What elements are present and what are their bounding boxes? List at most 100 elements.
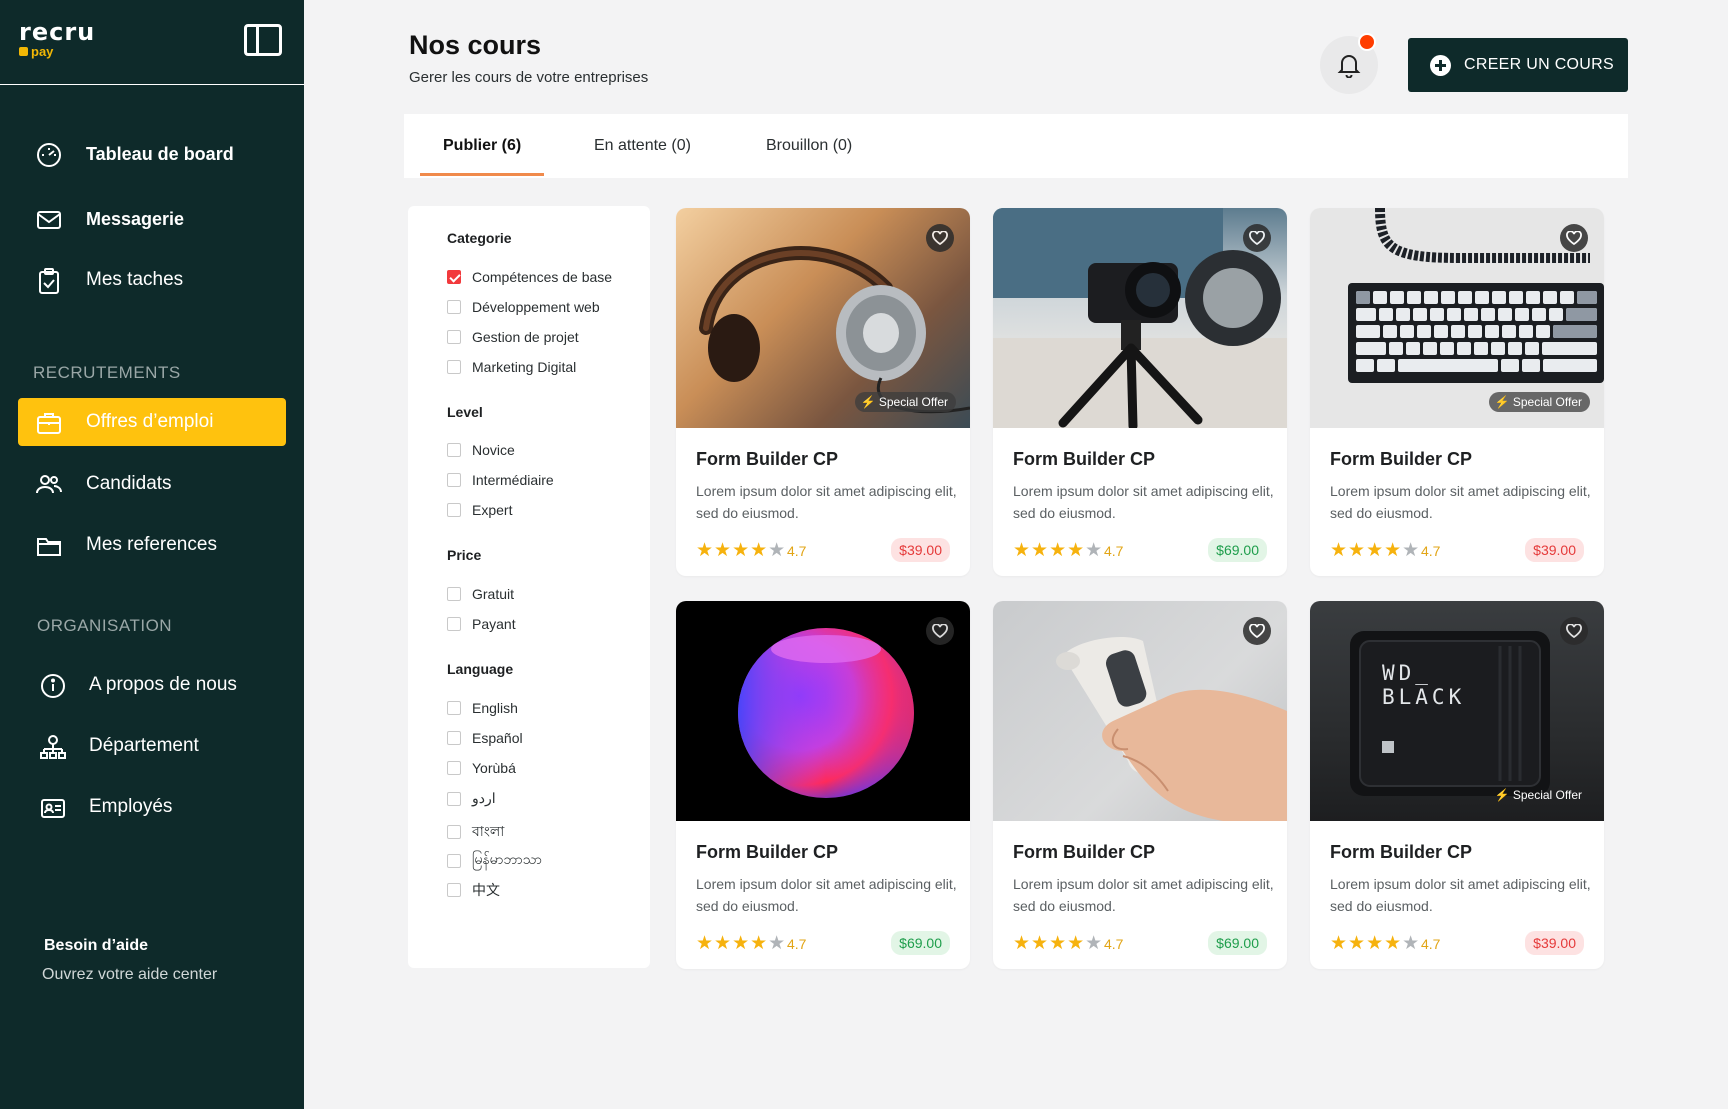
checkbox[interactable] (447, 791, 461, 806)
checkbox[interactable] (447, 701, 461, 715)
drive-brand-text: WD_ BLACK (1382, 661, 1466, 709)
filter-option[interactable]: English (447, 700, 518, 716)
sidebar-item-taches[interactable]: Mes taches (18, 256, 286, 304)
filter-option[interactable]: Novice (447, 442, 515, 458)
course-card[interactable]: ⚡ Special Offer Form Builder CP Lorem ips… (1310, 208, 1604, 576)
rating-value: 4.7 (1104, 543, 1124, 559)
course-description: Lorem ipsum dolor sit amet adipiscing el… (696, 483, 957, 521)
favorite-button[interactable] (1243, 617, 1271, 645)
sidebar-item-label: Mes taches (86, 269, 184, 290)
course-card[interactable]: ⚡ Special Offer Form Builder CP Lorem ips… (676, 208, 970, 576)
heart-icon (1249, 624, 1265, 638)
create-course-button[interactable]: CREER UN COURS (1408, 38, 1628, 92)
star-rating: ★★★★★ (1330, 933, 1421, 954)
filter-option[interactable]: Marketing Digital (447, 359, 576, 375)
tab-publier[interactable]: Publier (6) (443, 137, 521, 155)
heart-icon (932, 231, 948, 245)
filter-option[interactable]: Développement web (447, 299, 600, 315)
filter-option[interactable]: اردو (447, 790, 496, 807)
heart-icon (932, 624, 948, 638)
org-chart-icon (40, 735, 66, 759)
sidebar-item-messagerie[interactable]: Messagerie (18, 195, 286, 243)
price-badge: $69.00 (1208, 538, 1267, 562)
sidebar-item-dashboard[interactable]: Tableau de board (18, 130, 286, 178)
checkbox[interactable] (447, 503, 461, 517)
favorite-button[interactable] (1243, 224, 1271, 252)
filter-option[interactable]: Gestion de projet (447, 329, 579, 345)
star-rating: ★★★★★ (696, 933, 787, 954)
course-card[interactable]: Form Builder CP Lorem ipsum dolor sit am… (676, 601, 970, 969)
logo[interactable]: recru pay (19, 20, 95, 58)
briefcase-icon (37, 413, 61, 434)
tab-en-attente[interactable]: En attente (0) (594, 137, 691, 155)
sidebar-item-label: Employés (89, 796, 173, 817)
special-offer-badge: ⚡ Special Offer (1494, 788, 1582, 802)
checkbox[interactable] (447, 883, 461, 897)
sidebar-item-apropos[interactable]: A propos de nous (18, 661, 286, 709)
filter-option[interactable]: 中文 (447, 880, 500, 900)
course-title: Form Builder CP (1013, 449, 1156, 469)
help-link[interactable]: Ouvrez votre aide center (42, 966, 217, 984)
filter-option[interactable]: Yorùbá (447, 760, 516, 776)
clipboard-check-icon (39, 268, 59, 294)
checkbox[interactable] (447, 473, 461, 487)
checkbox[interactable] (447, 330, 461, 344)
checkbox[interactable] (447, 617, 461, 631)
sidebar-item-employes[interactable]: Employés (18, 783, 286, 831)
lightning-icon: ⚡ (1494, 395, 1510, 409)
sidebar-toggle-icon[interactable] (244, 24, 282, 56)
favorite-button[interactable] (1560, 224, 1588, 252)
sidebar-item-departement[interactable]: Département (18, 722, 286, 770)
checkbox[interactable] (447, 731, 461, 745)
favorite-button[interactable] (926, 224, 954, 252)
course-card[interactable]: Form Builder CP Lorem ipsum dolor sit am… (993, 601, 1287, 969)
filter-option[interactable]: Intermédiaire (447, 472, 554, 488)
tabs-bar: Publier (6) En attente (0) Brouillon (0) (404, 114, 1628, 178)
filter-option[interactable]: Español (447, 730, 523, 746)
course-card[interactable]: Form Builder CP Lorem ipsum dolor sit am… (993, 208, 1287, 576)
price-badge: $39.00 (1525, 931, 1584, 955)
dashboard-gauge-icon (37, 143, 61, 167)
lightning-icon: ⚡ (860, 395, 876, 409)
checkbox[interactable] (447, 761, 461, 775)
favorite-button[interactable] (926, 617, 954, 645)
checkbox[interactable] (447, 270, 461, 284)
checkbox[interactable] (447, 443, 461, 457)
folder-icon (37, 538, 61, 556)
notification-badge (1358, 33, 1376, 51)
filter-option[interactable]: Gratuit (447, 586, 514, 602)
heart-icon (1566, 624, 1582, 638)
checkbox[interactable] (447, 825, 461, 839)
id-card-icon (41, 799, 65, 818)
course-card[interactable]: WD_ BLACK ⚡ Special Offer Form Builder CP… (1310, 601, 1604, 969)
sidebar-item-label: Candidats (86, 473, 172, 494)
sidebar-item-offres[interactable]: Offres d’emploi (18, 398, 286, 446)
bell-icon (1337, 55, 1361, 78)
brand-bar: recru pay (0, 0, 304, 85)
filter-option[interactable]: বাংলা (447, 820, 504, 844)
sidebar-item-references[interactable]: Mes references (18, 521, 286, 569)
heart-icon (1249, 231, 1265, 245)
checkbox[interactable] (447, 587, 461, 601)
special-offer-badge: ⚡ Special Offer (854, 392, 956, 412)
filter-option[interactable]: Payant (447, 616, 516, 632)
checkbox[interactable] (447, 853, 461, 868)
star-rating: ★★★★★ (1330, 540, 1421, 561)
price-badge: $69.00 (891, 931, 950, 955)
course-image (993, 601, 1287, 821)
course-title: Form Builder CP (1013, 842, 1156, 862)
plus-circle-icon (1430, 55, 1451, 76)
help-title: Besoin d’aide (44, 937, 149, 954)
sidebar-item-candidats[interactable]: Candidats (18, 460, 286, 508)
filter-option[interactable]: Expert (447, 502, 512, 518)
checkbox[interactable] (447, 300, 461, 314)
info-icon (41, 674, 65, 698)
filter-option[interactable]: မြန်မာဘာသာ (447, 850, 542, 871)
filter-option[interactable]: Compétences de base (447, 269, 612, 285)
price-badge: $39.00 (891, 538, 950, 562)
course-description: Lorem ipsum dolor sit amet adipiscing el… (1330, 876, 1591, 914)
filter-group-language: Language (447, 661, 514, 677)
checkbox[interactable] (447, 360, 461, 374)
favorite-button[interactable] (1560, 617, 1588, 645)
tab-brouillon[interactable]: Brouillon (0) (766, 137, 852, 155)
